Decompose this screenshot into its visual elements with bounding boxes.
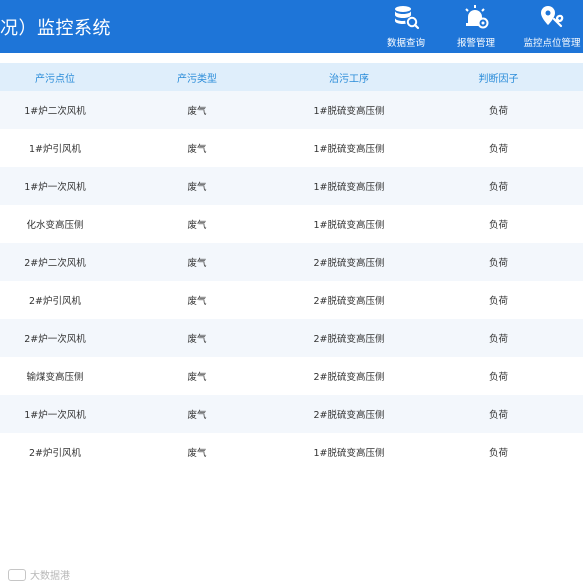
cell-judgment-factor: 负荷 <box>488 372 508 383</box>
table-row[interactable]: 2#炉二次风机 废气 2#脱硫变高压侧 负荷 <box>0 243 583 281</box>
watermark-text: 大数据港 <box>30 571 70 582</box>
cell-treatment-process: 1#脱硫变高压侧 <box>313 182 385 193</box>
table-row[interactable]: 1#炉一次风机 废气 2#脱硫变高压侧 负荷 <box>0 395 583 433</box>
cell-pollution-type: 废气 <box>187 144 207 155</box>
nav-alarm-management-button[interactable]: 报警管理 <box>446 3 506 49</box>
cell-treatment-process: 1#脱硫变高压侧 <box>313 448 385 459</box>
table-header: 产污点位 产污类型 治污工序 判断因子 <box>0 63 583 91</box>
cell-source-point: 1#炉引风机 <box>28 144 81 155</box>
cell-judgment-factor: 负荷 <box>488 448 508 459</box>
table-row[interactable]: 2#炉引风机 废气 1#脱硫变高压侧 负荷 <box>0 433 583 471</box>
watermark: 大数据港 <box>8 567 70 582</box>
cell-source-point: 输煤变高压侧 <box>26 372 84 383</box>
app-header: 况）监控系统 数据查询 报警管理 监控点位管理 <box>0 0 583 53</box>
table-row[interactable]: 2#炉一次风机 废气 2#脱硫变高压侧 负荷 <box>0 319 583 357</box>
cell-judgment-factor: 负荷 <box>488 258 508 269</box>
cell-source-point: 1#炉二次风机 <box>24 106 86 117</box>
cell-pollution-type: 废气 <box>187 106 207 117</box>
cell-source-point: 2#炉二次风机 <box>24 258 86 269</box>
cell-judgment-factor: 负荷 <box>488 296 508 307</box>
table-row[interactable]: 1#炉引风机 废气 1#脱硫变高压侧 负荷 <box>0 129 583 167</box>
nav-label: 数据查询 <box>386 38 425 49</box>
location-wrench-icon <box>538 3 566 31</box>
column-header-pollution-type[interactable]: 产污类型 <box>110 70 284 85</box>
cell-judgment-factor: 负荷 <box>488 182 508 193</box>
cell-judgment-factor: 负荷 <box>488 106 508 117</box>
cell-source-point: 2#炉引风机 <box>28 448 81 459</box>
cell-judgment-factor: 负荷 <box>488 334 508 345</box>
cell-judgment-factor: 负荷 <box>488 220 508 231</box>
cell-source-point: 2#炉一次风机 <box>24 334 86 345</box>
cell-treatment-process: 2#脱硫变高压侧 <box>313 334 385 345</box>
cell-source-point: 1#炉一次风机 <box>24 410 86 421</box>
cell-judgment-factor: 负荷 <box>488 144 508 155</box>
monitor-point-table: 产污点位 产污类型 治污工序 判断因子 1#炉二次风机 废气 1#脱硫变高压侧 … <box>0 63 583 471</box>
cell-treatment-process: 2#脱硫变高压侧 <box>313 410 385 421</box>
cell-treatment-process: 1#脱硫变高压侧 <box>313 220 385 231</box>
cell-treatment-process: 1#脱硫变高压侧 <box>313 106 385 117</box>
table-row[interactable]: 化水变高压侧 废气 1#脱硫变高压侧 负荷 <box>0 205 583 243</box>
nav-label: 监控点位管理 <box>523 38 581 49</box>
column-header-treatment-process[interactable]: 治污工序 <box>284 70 414 85</box>
cell-pollution-type: 废气 <box>187 372 207 383</box>
nav-data-query-button[interactable]: 数据查询 <box>376 3 436 49</box>
column-header-judgment-factor[interactable]: 判断因子 <box>414 70 583 85</box>
cell-pollution-type: 废气 <box>187 220 207 231</box>
table-body: 1#炉二次风机 废气 1#脱硫变高压侧 负荷 1#炉引风机 废气 1#脱硫变高压… <box>0 91 583 471</box>
table-row[interactable]: 输煤变高压侧 废气 2#脱硫变高压侧 负荷 <box>0 357 583 395</box>
cell-source-point: 化水变高压侧 <box>26 220 84 231</box>
cell-pollution-type: 废气 <box>187 296 207 307</box>
cell-pollution-type: 废气 <box>187 448 207 459</box>
nav-label: 报警管理 <box>456 38 495 49</box>
alarm-gear-icon <box>462 3 490 31</box>
cell-pollution-type: 废气 <box>187 258 207 269</box>
watermark-logo-icon <box>8 568 26 581</box>
database-search-icon <box>392 3 420 31</box>
cell-treatment-process: 2#脱硫变高压侧 <box>313 372 385 383</box>
cell-pollution-type: 废气 <box>187 334 207 345</box>
table-row[interactable]: 2#炉引风机 废气 2#脱硫变高压侧 负荷 <box>0 281 583 319</box>
cell-source-point: 1#炉一次风机 <box>24 182 86 193</box>
cell-pollution-type: 废气 <box>187 410 207 421</box>
app-title: 况）监控系统 <box>0 18 111 39</box>
cell-source-point: 2#炉引风机 <box>28 296 81 307</box>
cell-treatment-process: 2#脱硫变高压侧 <box>313 296 385 307</box>
table-row[interactable]: 1#炉一次风机 废气 1#脱硫变高压侧 负荷 <box>0 167 583 205</box>
cell-treatment-process: 2#脱硫变高压侧 <box>313 258 385 269</box>
table-row[interactable]: 1#炉二次风机 废气 1#脱硫变高压侧 负荷 <box>0 91 583 129</box>
cell-pollution-type: 废气 <box>187 182 207 193</box>
cell-judgment-factor: 负荷 <box>488 410 508 421</box>
nav-monitor-point-management-button[interactable]: 监控点位管理 <box>522 3 582 49</box>
cell-treatment-process: 1#脱硫变高压侧 <box>313 144 385 155</box>
column-header-source-point[interactable]: 产污点位 <box>0 70 110 85</box>
